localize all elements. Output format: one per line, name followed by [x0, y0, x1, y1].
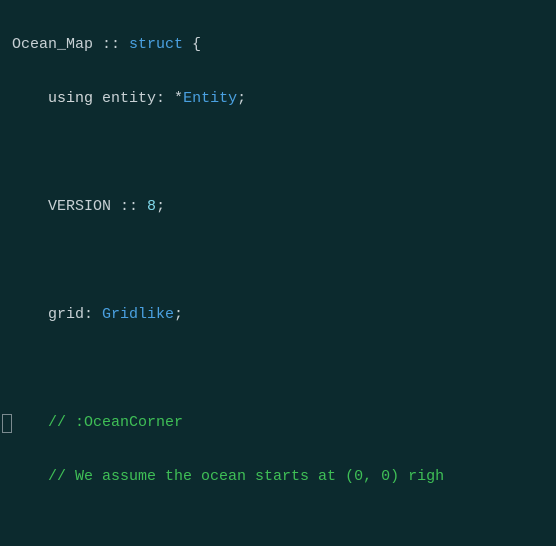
code-line: // :OceanCorner: [12, 409, 556, 436]
code-editor[interactable]: Ocean_Map :: struct { using entity: *Ent…: [0, 0, 556, 546]
code-line: // We assume the ocean starts at (0, 0) …: [12, 463, 556, 490]
code-line: VERSION :: 8;: [12, 193, 556, 220]
struct-name: Ocean_Map: [12, 36, 93, 53]
comment: // :OceanCorner: [48, 414, 183, 431]
comment: // We assume the ocean starts at (0, 0) …: [48, 468, 444, 485]
blank-line: [12, 139, 556, 166]
code-line: Ocean_Map :: struct {: [12, 31, 556, 58]
blank-line: [12, 355, 556, 382]
code-line: using entity: *Entity;: [12, 85, 556, 112]
cursor-icon: [2, 414, 12, 433]
blank-line: [12, 247, 556, 274]
code-line: grid: Gridlike;: [12, 301, 556, 328]
blank-line: [12, 517, 556, 544]
